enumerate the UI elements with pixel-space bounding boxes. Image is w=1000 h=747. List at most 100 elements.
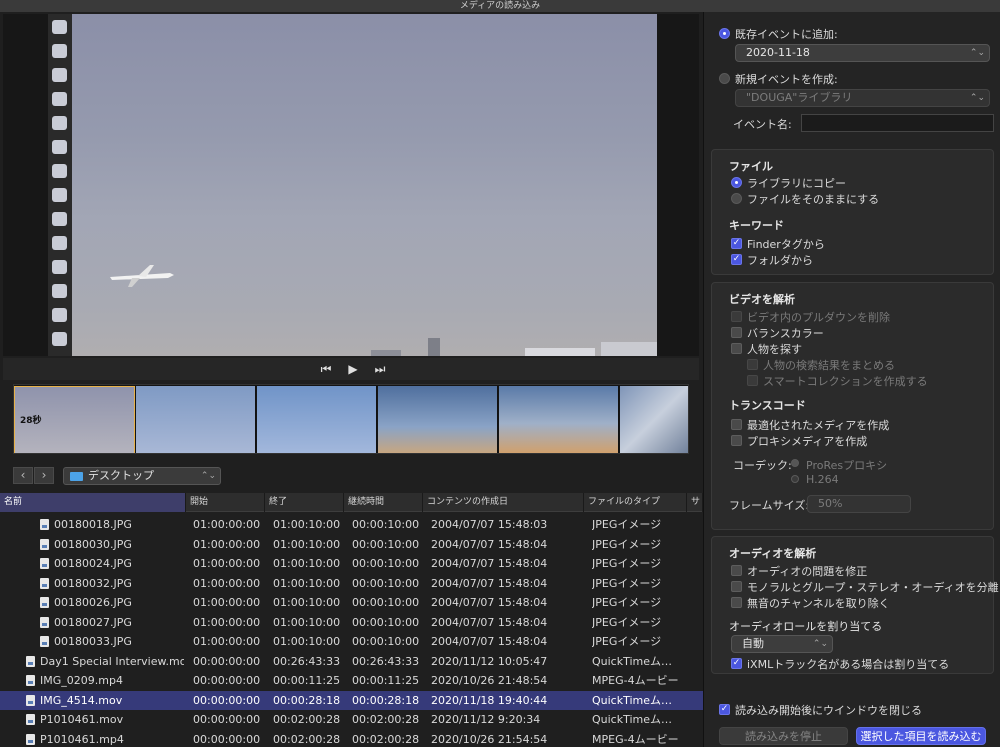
table-row[interactable]: IMG_0209.mp4 00:00:00:00 00:00:11:25 00:00:… <box>0 671 703 691</box>
balance-color-checkbox[interactable] <box>731 327 742 338</box>
stop-import-button[interactable]: 読み込みを停止 <box>719 727 848 745</box>
filmstrip-thumb[interactable] <box>136 386 256 453</box>
add-existing-event-radio[interactable] <box>719 28 730 39</box>
filmstrip[interactable]: 28秒 <box>13 384 689 454</box>
frame-size-select[interactable]: 50% <box>807 495 911 513</box>
proxy-media-checkbox[interactable] <box>731 435 742 446</box>
remove-silent-checkbox[interactable] <box>731 597 742 608</box>
find-people-checkbox[interactable] <box>731 343 742 354</box>
table-row[interactable]: 00180033.JPG 01:00:00:00 01:00:10:00 00:00:… <box>0 632 703 652</box>
preview-image <box>110 265 657 356</box>
add-existing-event-label: 既存イベントに追加: <box>735 28 838 41</box>
ixml-label: iXMLトラック名がある場合は割り当てる <box>747 658 950 671</box>
file-name: 00180027.JPG <box>54 615 132 629</box>
cell-end: 01:00:10:00 <box>273 537 341 551</box>
cell-type: QuickTimeム… <box>592 713 673 726</box>
cell-end: 01:00:10:00 <box>273 576 341 590</box>
chevron-updown-icon: ⌃⌄ <box>200 471 216 481</box>
fix-audio-checkbox[interactable] <box>731 565 742 576</box>
codec-h264-radio[interactable] <box>791 475 799 483</box>
cell-duration: 00:00:10:00 <box>352 557 420 570</box>
create-new-event-radio[interactable] <box>719 73 730 84</box>
location-popup[interactable]: デスクトップ ⌃⌄ <box>63 467 221 485</box>
table-row[interactable]: P1010461.mov 00:00:00:00 00:02:00:28 00:02:… <box>0 710 703 730</box>
column-header-start[interactable]: 開始 <box>186 493 265 512</box>
cell-created: 2004/07/07 15:48:04 <box>431 635 548 648</box>
column-header-type[interactable]: ファイルのタイプ <box>584 493 687 512</box>
file-name: 00180018.JPG <box>54 518 132 531</box>
existing-event-value: 2020-11-18 <box>746 46 810 59</box>
cell-duration: 00:00:10:00 <box>352 576 420 590</box>
filmstrip-thumb[interactable] <box>620 386 688 453</box>
cell-type: JPEGイメージ <box>592 576 662 590</box>
close-window-checkbox[interactable]: ✓ <box>719 704 730 715</box>
file-name: 00180024.JPG <box>54 557 132 570</box>
transcode-title: トランスコード <box>729 399 806 412</box>
separate-mono-label: モノラルとグループ・ステレオ・オーディオを分離 <box>747 581 999 594</box>
consolidate-people-checkbox[interactable] <box>747 359 758 370</box>
folder-icon <box>70 472 83 481</box>
table-row[interactable]: 00180024.JPG 01:00:00:00 01:00:10:00 00:00:… <box>0 554 703 574</box>
window-title: メディアの読み込み <box>0 0 1000 12</box>
play-icon[interactable]: ▶ <box>345 361 361 377</box>
column-header-created[interactable]: コンテンツの作成日 <box>423 493 584 512</box>
remove-pulldown-checkbox[interactable] <box>731 311 742 322</box>
table-row[interactable]: 00180026.JPG 01:00:00:00 01:00:10:00 00:00:… <box>0 593 703 613</box>
skip-back-icon[interactable]: ⏮ <box>318 361 334 377</box>
folders-label: フォルダから <box>747 254 813 267</box>
cell-created: 2004/07/07 15:48:04 <box>431 576 548 590</box>
ixml-checkbox[interactable]: ✓ <box>731 658 742 669</box>
filmstrip-thumb[interactable] <box>499 386 619 453</box>
cell-duration: 00:02:00:28 <box>352 732 420 746</box>
table-row[interactable]: 00180032.JPG 01:00:00:00 01:00:10:00 00:00:… <box>0 574 703 594</box>
cell-type: JPEGイメージ <box>592 615 662 629</box>
import-selected-button[interactable]: 選択した項目を読み込む <box>856 727 986 745</box>
finder-tags-checkbox[interactable]: ✓ <box>731 238 742 249</box>
audio-role-select[interactable]: 自動 ⌃⌄ <box>731 635 833 653</box>
column-header-size[interactable]: サ <box>687 493 703 512</box>
video-analysis-title: ビデオを解析 <box>729 293 795 306</box>
cell-duration: 00:00:10:00 <box>352 596 420 609</box>
codec-prores-radio[interactable] <box>791 459 799 467</box>
table-row[interactable]: 00180018.JPG 01:00:00:00 01:00:10:00 00:00:… <box>0 515 703 535</box>
cell-created: 2004/07/07 15:48:04 <box>431 596 548 609</box>
optimized-media-checkbox[interactable] <box>731 419 742 430</box>
table-row[interactable]: IMG_4514.mov 00:00:00:00 00:00:28:18 00:00:… <box>0 690 703 710</box>
fix-audio-label: オーディオの問題を修正 <box>747 565 868 578</box>
cell-created: 2020/10/26 21:48:54 <box>431 674 548 687</box>
filmstrip-thumb[interactable] <box>257 386 377 453</box>
event-name-field[interactable] <box>801 114 994 132</box>
file-name: 00180032.JPG <box>54 576 132 590</box>
file-name: P1010461.mp4 <box>40 732 124 746</box>
chevron-updown-icon: ⌃⌄ <box>812 639 828 649</box>
table-row[interactable]: Day1 Special Interview.mov 00:00:00:00 00:… <box>0 652 703 672</box>
cell-created: 2004/07/07 15:48:04 <box>431 557 548 570</box>
file-icon <box>26 655 35 667</box>
cell-start: 01:00:00:00 <box>193 596 261 609</box>
back-button[interactable]: ‹ <box>13 467 33 484</box>
skip-forward-icon[interactable]: ⏭ <box>372 361 388 377</box>
forward-button[interactable]: › <box>34 467 54 484</box>
cell-start: 01:00:00:00 <box>193 557 261 570</box>
filmstrip-thumb[interactable]: 28秒 <box>14 386 135 453</box>
column-header-name[interactable]: 名前 <box>0 493 186 512</box>
file-icon <box>26 675 35 686</box>
filmstrip-thumb[interactable] <box>378 386 498 453</box>
cell-duration: 00:00:10:00 <box>352 635 420 648</box>
table-row[interactable]: 00180027.JPG 01:00:00:00 01:00:10:00 00:00:… <box>0 613 703 633</box>
separate-mono-checkbox[interactable] <box>731 581 742 592</box>
copy-to-library-radio[interactable] <box>731 177 742 188</box>
chevron-updown-icon: ⌃⌄ <box>969 93 985 103</box>
column-header-duration[interactable]: 継続時間 <box>344 493 423 512</box>
leave-in-place-radio[interactable] <box>731 193 742 204</box>
column-header-end[interactable]: 終了 <box>265 493 344 512</box>
table-row[interactable]: 00180030.JPG 01:00:00:00 01:00:10:00 00:00:… <box>0 535 703 555</box>
preview-viewer[interactable] <box>48 14 657 356</box>
existing-event-select[interactable]: 2020-11-18 ⌃⌄ <box>735 44 990 62</box>
smart-collections-label: スマートコレクションを作成する <box>763 375 928 388</box>
cell-type: JPEGイメージ <box>592 518 662 531</box>
library-select[interactable]: "DOUGA"ライブラリ ⌃⌄ <box>735 89 990 107</box>
folders-checkbox[interactable]: ✓ <box>731 254 742 265</box>
smart-collections-checkbox[interactable] <box>747 375 758 386</box>
table-row[interactable]: P1010461.mp4 00:00:00:00 00:02:00:28 00:02:… <box>0 730 703 747</box>
